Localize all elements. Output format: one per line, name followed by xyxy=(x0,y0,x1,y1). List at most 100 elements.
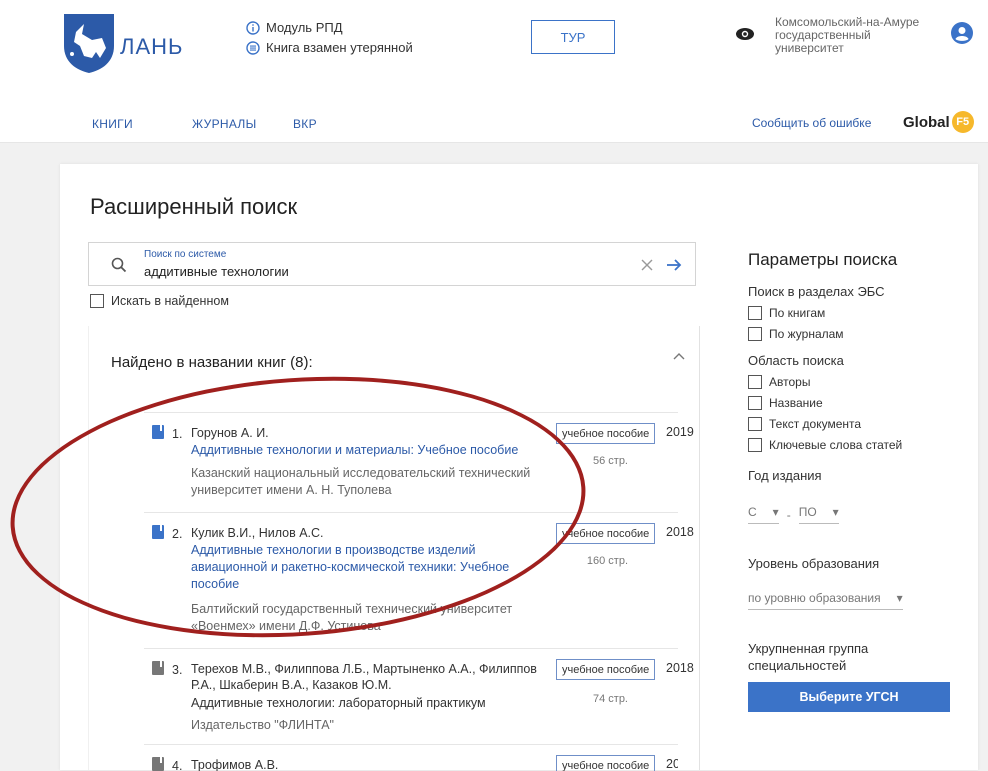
option-article-keywords[interactable]: Ключевые слова статей xyxy=(748,438,968,452)
year-from-select[interactable]: С ▾ xyxy=(748,505,779,524)
result-number: 1. xyxy=(172,427,183,441)
university-name: Комсомольский-на-Амуре государственный у… xyxy=(775,15,920,55)
option-books[interactable]: По книгам xyxy=(748,306,968,320)
edu-level-value: по уровню образования xyxy=(748,591,881,605)
global-f5-logo[interactable]: Global F5 xyxy=(903,111,974,133)
eye-icon[interactable] xyxy=(735,27,755,41)
f5-badge: F5 xyxy=(951,111,974,133)
search-params-panel: Параметры поиска Поиск в разделах ЭБС По… xyxy=(748,250,968,712)
results-panel: Найдено в названии книг (8): 1. Горунов … xyxy=(88,326,700,771)
result-title-link[interactable]: Аддитивные технологии и материалы: Учебн… xyxy=(191,442,536,459)
result-number: 3. xyxy=(172,663,183,677)
lost-book-link[interactable]: Книга взамен утерянной xyxy=(246,40,413,55)
result-author: Терехов М.В., Филиппова Л.Б., Мартыненко… xyxy=(191,662,537,692)
rpd-module-link[interactable]: Модуль РПД xyxy=(246,20,343,35)
result-publisher: Казанский национальный исследовательский… xyxy=(191,466,531,497)
option-authors[interactable]: Авторы xyxy=(748,375,968,389)
year-section-title: Год издания xyxy=(748,468,822,483)
result-item: 4. Трофимов А.В. учебное пособие 2019 xyxy=(144,744,678,771)
ebs-section-title: Поиск в разделах ЭБС xyxy=(748,284,885,299)
option-label: По книгам xyxy=(769,306,826,320)
nav-books[interactable]: КНИГИ xyxy=(92,117,133,131)
rpd-module-label: Модуль РПД xyxy=(266,20,343,35)
result-item: 1. Горунов А. И. Аддитивные технологии и… xyxy=(144,412,694,513)
checkbox[interactable] xyxy=(748,375,762,389)
dropdown-arrow-icon: ▾ xyxy=(832,505,839,519)
result-pages: 74 стр. xyxy=(592,693,628,705)
book-icon xyxy=(152,757,164,771)
option-label: Название xyxy=(769,396,823,410)
dropdown-arrow-icon: ▾ xyxy=(896,591,903,605)
option-label: Текст документа xyxy=(769,417,862,431)
result-publisher: Балтийский государственный технический у… xyxy=(191,602,513,633)
book-icon xyxy=(152,525,164,539)
result-type-badge: учебное пособие xyxy=(556,659,656,680)
user-account-icon[interactable] xyxy=(951,22,973,44)
option-document-text[interactable]: Текст документа xyxy=(748,417,968,431)
option-journals[interactable]: По журналам xyxy=(748,327,968,341)
chevron-up-icon[interactable] xyxy=(673,352,685,360)
arrow-right-icon[interactable] xyxy=(666,257,682,273)
result-author: Кулик В.И., Нилов А.С. xyxy=(191,526,324,540)
deer-shield-icon xyxy=(64,14,114,73)
info-icon xyxy=(246,20,260,35)
nav-journals[interactable]: ЖУРНАЛЫ xyxy=(192,117,257,131)
result-author: Трофимов А.В. xyxy=(191,758,279,771)
result-number: 4. xyxy=(172,759,183,771)
checkbox[interactable] xyxy=(748,438,762,452)
report-error-link[interactable]: Сообщить об ошибке xyxy=(752,116,871,130)
result-item: 2. Кулик В.И., Нилов А.С. Аддитивные тех… xyxy=(144,512,694,649)
checkbox[interactable] xyxy=(748,306,762,320)
lan-logo[interactable]: ЛАНЬ xyxy=(62,12,182,78)
option-label: По журналам xyxy=(769,327,844,341)
result-type-badge: учебное пособие xyxy=(556,755,656,771)
search-in-found-option[interactable]: Искать в найденном xyxy=(90,294,229,308)
result-item: 3. Терехов М.В., Филиппова Л.Б., Мартыне… xyxy=(144,648,694,745)
year-to-select[interactable]: ПО ▾ xyxy=(798,505,839,524)
book-icon xyxy=(152,661,164,675)
option-label: Авторы xyxy=(769,375,811,389)
result-year: 2019 xyxy=(666,757,678,771)
global-label: Global xyxy=(903,113,950,131)
page-title: Расширенный поиск xyxy=(90,194,298,219)
result-type-badge: учебное пособие xyxy=(556,523,656,544)
option-title[interactable]: Название xyxy=(748,396,968,410)
search-in-found-checkbox[interactable] xyxy=(90,294,104,308)
clear-icon[interactable] xyxy=(640,258,654,272)
year-separator: - xyxy=(786,507,791,522)
result-year: 2019 xyxy=(666,425,694,439)
group-section-title: Укрупненная группа специальностей xyxy=(748,641,869,673)
result-pages: 160 стр. xyxy=(586,555,628,567)
result-year: 2018 xyxy=(666,661,694,675)
year-to-value: ПО xyxy=(798,505,817,519)
nav-vkr[interactable]: ВКР xyxy=(293,117,317,131)
result-year: 2018 xyxy=(666,525,694,539)
result-pages: 56 стр. xyxy=(592,455,628,467)
edu-level-select[interactable]: по уровню образования ▾ xyxy=(748,591,903,610)
option-label: Ключевые слова статей xyxy=(769,438,903,452)
select-ugsn-button[interactable]: Выберите УГСН xyxy=(748,682,950,712)
result-title-link[interactable]: Аддитивные технологии: лабораторный прак… xyxy=(191,695,536,712)
search-field-label: Поиск по системе xyxy=(144,249,227,260)
checkbox[interactable] xyxy=(748,327,762,341)
result-author: Горунов А. И. xyxy=(191,426,269,440)
year-range: С ▾ - ПО ▾ xyxy=(748,505,968,524)
search-field[interactable]: Поиск по системе аддитивные технологии xyxy=(88,242,696,286)
tour-button[interactable]: ТУР xyxy=(531,20,615,54)
area-section-title: Область поиска xyxy=(748,353,844,368)
search-card: Расширенный поиск Поиск по системе аддит… xyxy=(60,164,978,771)
edu-section-title: Уровень образования xyxy=(748,556,880,571)
found-in-titles-heading: Найдено в названии книг (8): xyxy=(111,354,313,371)
logo-text: ЛАНЬ xyxy=(120,34,184,59)
year-from-value: С xyxy=(748,505,757,519)
dropdown-arrow-icon: ▾ xyxy=(772,505,779,519)
checkbox[interactable] xyxy=(748,417,762,431)
checkbox[interactable] xyxy=(748,396,762,410)
params-title: Параметры поиска xyxy=(748,250,898,269)
site-header: ЛАНЬ Модуль РПД Книга взамен утерянной Т… xyxy=(0,0,988,143)
list-icon xyxy=(246,40,260,55)
result-title-link[interactable]: Аддитивные технологии в производстве изд… xyxy=(191,542,536,593)
book-icon xyxy=(152,425,164,439)
lost-book-label: Книга взамен утерянной xyxy=(266,40,413,55)
search-input[interactable]: аддитивные технологии xyxy=(144,264,289,279)
